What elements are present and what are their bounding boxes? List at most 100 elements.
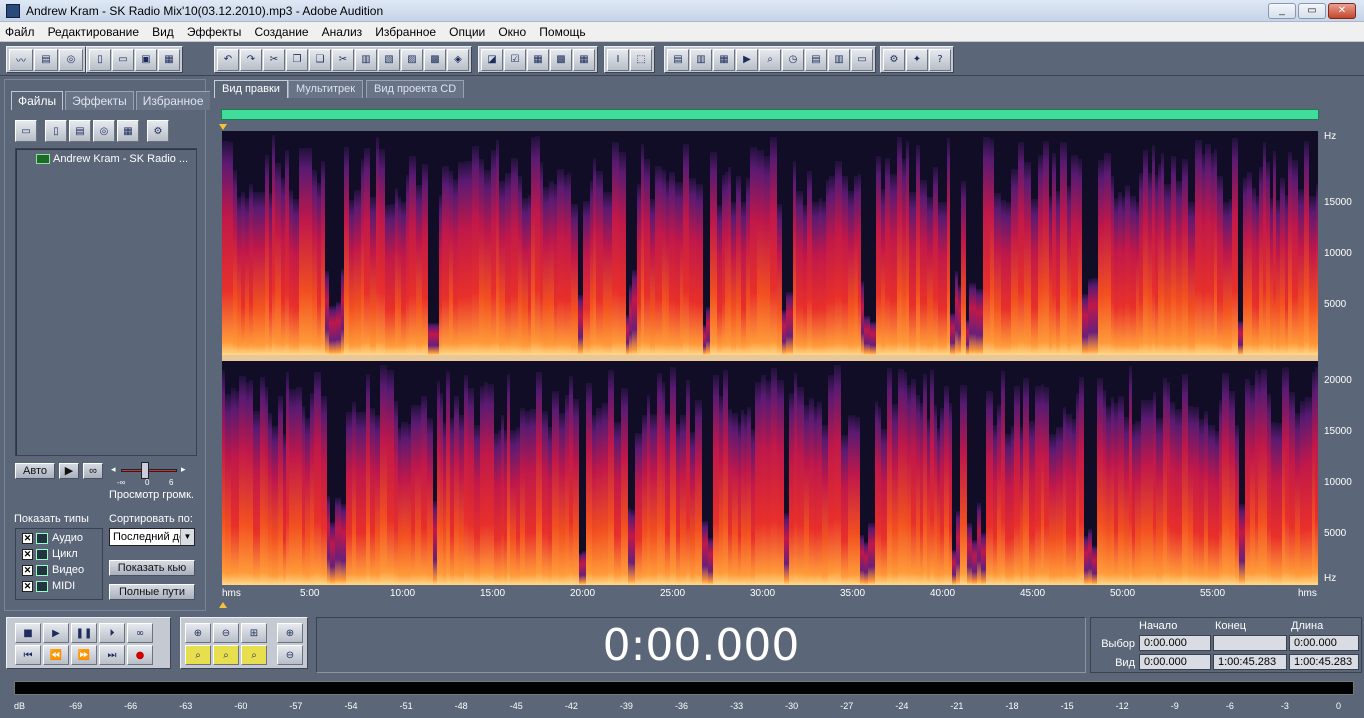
zoom-full-icon[interactable]: ⊞ xyxy=(241,623,267,643)
import-file-icon[interactable]: ▭ xyxy=(15,120,37,142)
selection-window-icon[interactable]: ▤ xyxy=(805,48,827,71)
auto-play-button[interactable]: Авто xyxy=(15,463,55,479)
menu-generate[interactable]: Создание xyxy=(249,22,313,42)
save-icon[interactable]: ▣ xyxy=(135,48,157,71)
effects-icon[interactable]: ✦ xyxy=(906,48,928,71)
play-to-end-icon[interactable]: ⏵ xyxy=(99,623,125,643)
show-cue-button[interactable]: Показать кью xyxy=(109,560,195,576)
view-length-field[interactable]: 1:00:45.283 xyxy=(1289,654,1359,670)
files-window-icon[interactable]: ▤ xyxy=(667,48,689,71)
midi-checkbox[interactable]: ✕ xyxy=(22,581,33,592)
play-preview-button[interactable]: ▶ xyxy=(59,463,79,479)
tab-effects[interactable]: Эффекты xyxy=(65,91,134,110)
levels-window-icon[interactable]: ▥ xyxy=(828,48,850,71)
close-button[interactable]: ✕ xyxy=(1328,3,1356,19)
zoom-window-icon[interactable]: ⌕ xyxy=(759,48,781,71)
help-icon[interactable]: ? xyxy=(929,48,951,71)
loop-icon[interactable]: ∞ xyxy=(127,623,153,643)
insert-multitrack-icon[interactable]: ▤ xyxy=(69,120,91,142)
paste-icon[interactable]: ▥ xyxy=(355,48,377,71)
selection-end-field[interactable] xyxy=(1213,635,1287,651)
zoom-left-edge-icon[interactable]: ⌕ xyxy=(213,645,239,665)
zoom-right-edge-icon[interactable]: ⌕ xyxy=(241,645,267,665)
mix-paste-icon[interactable]: ▨ xyxy=(401,48,423,71)
start-marker-icon[interactable] xyxy=(219,124,227,130)
trim-icon[interactable]: ▩ xyxy=(424,48,446,71)
phase-view-icon[interactable]: ▩ xyxy=(550,48,572,71)
chevron-down-icon[interactable]: ▼ xyxy=(180,529,194,545)
settings-icon[interactable]: ⚙ xyxy=(883,48,905,71)
menu-edit[interactable]: Редактирование xyxy=(43,22,144,42)
time-ruler[interactable]: hms 5:00 10:00 15:00 20:00 25:00 30:00 3… xyxy=(222,585,1318,601)
time-selection-icon[interactable]: I xyxy=(607,48,629,71)
minimize-button[interactable]: _ xyxy=(1268,3,1296,19)
tab-edit-view[interactable]: Вид правки xyxy=(214,80,288,98)
pan-view-icon[interactable]: ▦ xyxy=(527,48,549,71)
loop-preview-button[interactable]: ∞ xyxy=(83,463,103,479)
audio-checkbox[interactable]: ✕ xyxy=(22,533,33,544)
selection-begin-field[interactable]: 0:00.000 xyxy=(1139,635,1211,651)
menu-view[interactable]: Вид xyxy=(147,22,179,42)
file-options-icon[interactable]: ⚙ xyxy=(147,120,169,142)
close-file-icon[interactable]: ▯ xyxy=(45,120,67,142)
full-paths-button[interactable]: Полные пути xyxy=(109,584,195,600)
selection-length-field[interactable]: 0:00.000 xyxy=(1289,635,1359,651)
fast-forward-icon[interactable]: ⏩ xyxy=(71,645,97,665)
zoom-in-icon[interactable]: ⊕ xyxy=(185,623,211,643)
menu-analyze[interactable]: Анализ xyxy=(317,22,368,42)
left-channel[interactable] xyxy=(222,131,1318,355)
zoom-in-vertical-icon[interactable]: ⊕ xyxy=(277,623,303,643)
new-file-icon[interactable]: ▯ xyxy=(89,48,111,71)
menu-favorites[interactable]: Избранное xyxy=(370,22,441,42)
paste-new-icon[interactable]: ▧ xyxy=(378,48,400,71)
go-to-start-icon[interactable]: ⏮ xyxy=(15,645,41,665)
edit-view-icon[interactable]: 〰 xyxy=(9,48,33,71)
edit-file-icon[interactable]: ▦ xyxy=(117,120,139,142)
loop-checkbox[interactable]: ✕ xyxy=(22,549,33,560)
video-checkbox[interactable]: ✕ xyxy=(22,565,33,576)
play-icon[interactable]: ▶ xyxy=(43,623,69,643)
view-begin-field[interactable]: 0:00.000 xyxy=(1139,654,1211,670)
pitch-view-icon[interactable]: ▦ xyxy=(573,48,595,71)
menu-help[interactable]: Помощь xyxy=(534,22,590,42)
copy-icon[interactable]: ❐ xyxy=(286,48,308,71)
cut-icon[interactable]: ✂ xyxy=(263,48,285,71)
open-file-icon[interactable]: ▭ xyxy=(112,48,134,71)
multitrack-view-icon[interactable]: ▤ xyxy=(34,48,58,71)
zoom-selection-icon[interactable]: ⌕ xyxy=(185,645,211,665)
pause-icon[interactable]: ❚❚ xyxy=(71,623,97,643)
tab-favorites[interactable]: Избранное xyxy=(135,91,211,110)
mute-icon[interactable]: ◈ xyxy=(447,48,469,71)
sort-select[interactable]: Последний до ▼ xyxy=(109,528,195,546)
slider-thumb[interactable] xyxy=(141,462,149,479)
zoom-out-vertical-icon[interactable]: ⊖ xyxy=(277,645,303,665)
spectral-display[interactable] xyxy=(222,131,1318,585)
insert-cd-icon[interactable]: ◎ xyxy=(93,120,115,142)
maximize-button[interactable]: ▭ xyxy=(1298,3,1326,19)
effects-window-icon[interactable]: ▥ xyxy=(690,48,712,71)
stop-icon[interactable]: ■ xyxy=(15,623,41,643)
time-window-icon[interactable]: ◷ xyxy=(782,48,804,71)
zoom-out-icon[interactable]: ⊖ xyxy=(213,623,239,643)
tab-files[interactable]: Файлы xyxy=(11,91,64,110)
menu-options[interactable]: Опции xyxy=(444,22,490,42)
menu-effects[interactable]: Эффекты xyxy=(182,22,247,42)
menu-file[interactable]: Файл xyxy=(0,22,40,42)
undo-icon[interactable]: ↶ xyxy=(217,48,239,71)
tab-cd-project[interactable]: Вид проекта CD xyxy=(366,80,465,98)
waveform-view-icon[interactable]: ◪ xyxy=(481,48,503,71)
go-to-end-icon[interactable]: ⏭ xyxy=(99,645,125,665)
view-end-field[interactable]: 1:00:45.283 xyxy=(1213,654,1287,670)
favorites-window-icon[interactable]: ▦ xyxy=(713,48,735,71)
spectral-view-icon[interactable]: ☑ xyxy=(504,48,526,71)
right-channel[interactable] xyxy=(222,361,1318,585)
fullscreen-icon[interactable]: ▭ xyxy=(851,48,873,71)
record-icon[interactable]: ● xyxy=(127,645,153,665)
cd-view-icon[interactable]: ◎ xyxy=(59,48,83,71)
end-marker-icon[interactable] xyxy=(219,602,227,608)
transport-window-icon[interactable]: ▶ xyxy=(736,48,758,71)
list-item[interactable]: Andrew Kram - SK Radio ... xyxy=(36,153,188,165)
slider-right-arrow-icon[interactable]: ▸ xyxy=(181,464,186,475)
tab-multitrack[interactable]: Мультитрек xyxy=(288,80,364,98)
scissors-icon[interactable]: ✂ xyxy=(332,48,354,71)
